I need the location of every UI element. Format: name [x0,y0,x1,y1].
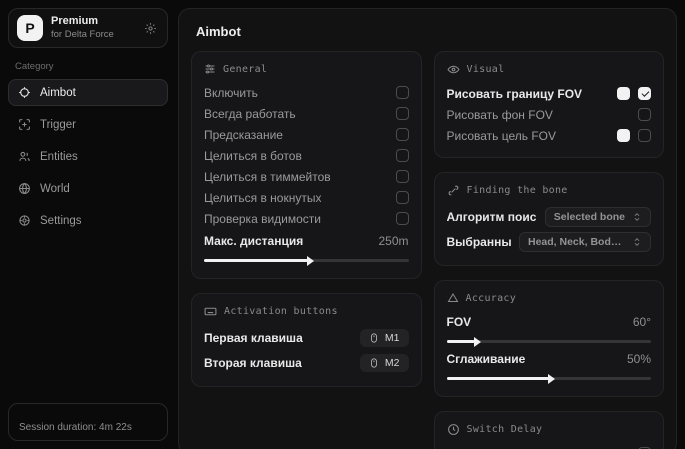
card-title: General [223,64,267,75]
sidebar-item-aimbot[interactable]: Aimbot [8,79,168,106]
visual-card: Visual Рисовать границу FOV Рисовать фон… [434,51,665,158]
color-swatch[interactable] [617,129,630,142]
setting-row-prediction: Предсказание [204,124,409,145]
gear-icon [144,22,157,35]
selected-bones-row: Выбранные кос Head, Neck, Body, Pe.. [447,229,652,254]
color-swatch[interactable] [617,87,630,100]
second-key-bind-button[interactable]: M2 [360,354,409,372]
setting-row-visibility-check: Проверка видимости [204,208,409,229]
draw-fov-background-row: Рисовать фон FOV [447,104,652,125]
eye-icon [447,63,460,76]
checkbox[interactable] [396,191,409,204]
page-title: Aimbot [196,24,664,39]
sidebar-item-world[interactable]: World [8,175,168,202]
main-panel: Aimbot General Включить Всегда работать [178,8,677,449]
slider-value: 60° [633,315,651,329]
brand-title: Premium [51,15,114,29]
setting-row-target-bots: Целиться в ботов [204,145,409,166]
crosshair-icon [18,86,31,99]
smoothing-slider-group: Сглаживание 50% [447,348,652,380]
chevrons-up-down-icon [632,212,642,222]
setting-row-target-knocked: Целиться в нокнутых [204,187,409,208]
sliders-icon [204,63,216,75]
checkbox[interactable] [396,212,409,225]
checkbox[interactable] [638,87,651,100]
sidebar-item-entities[interactable]: Entities [8,143,168,170]
draw-fov-border-row: Рисовать границу FOV [447,83,652,104]
bone-icon [447,184,460,197]
sidebar-item-label: Settings [40,215,82,227]
mouse-icon [369,333,379,343]
card-title: Visual [467,64,505,75]
brand-logo: P [17,15,43,41]
accuracy-card: Accuracy FOV 60° Сглаживание 50% [434,280,665,397]
brand-settings-button[interactable] [142,20,159,37]
max-distance-slider-group: Макс. дистанция 250m [204,230,409,262]
brand-card: P Premium for Delta Force [8,8,168,48]
brand-subtitle: for Delta Force [51,29,114,41]
setting-row-enable: Включить [204,82,409,103]
card-title: Finding the bone [467,185,568,196]
switch-delay-enable-row: Задержка переключения [447,443,652,449]
finding-the-bone-card: Finding the bone Алгоритм поиска кост Se… [434,172,665,266]
sidebar-item-label: World [40,183,70,195]
entities-icon [18,150,31,163]
draw-fov-target-row: Рисовать цель FOV [447,125,652,146]
smoothing-slider[interactable] [447,377,652,380]
checkbox[interactable] [396,86,409,99]
mouse-icon [369,358,379,368]
sidebar: P Premium for Delta Force Category Aimbo… [0,0,176,449]
general-card: General Включить Всегда работать Предска… [191,51,422,279]
world-icon [18,182,31,195]
checkbox[interactable] [638,108,651,121]
session-duration: Session duration: 4m 22s [8,403,168,441]
fov-slider-group: FOV 60° [447,311,652,343]
sidebar-item-label: Entities [40,151,78,163]
second-key-row: Вторая клавиша M2 [204,350,409,375]
triangle-icon [447,292,459,304]
checkbox[interactable] [638,129,651,142]
sidebar-item-label: Aimbot [40,87,76,99]
checkbox[interactable] [396,107,409,120]
max-distance-slider[interactable] [204,259,409,262]
card-title: Activation buttons [224,306,338,317]
clock-icon [447,423,460,436]
card-title: Accuracy [466,293,517,304]
setting-row-target-teammates: Целиться в тиммейтов [204,166,409,187]
bone-algorithm-row: Алгоритм поиска кост Selected bone [447,204,652,229]
selected-bones-select[interactable]: Head, Neck, Body, Pe.. [519,232,651,252]
sidebar-item-label: Trigger [40,119,76,131]
switch-delay-card: Switch Delay Задержка переключения Задер… [434,411,665,449]
activation-buttons-card: Activation buttons Первая клавиша M1 Вто… [191,293,422,387]
card-title: Switch Delay [467,424,543,435]
sidebar-item-settings[interactable]: Settings [8,207,168,234]
keyboard-icon [204,305,217,318]
checkbox[interactable] [396,128,409,141]
category-label: Category [15,61,161,72]
fov-slider[interactable] [447,340,652,343]
settings-icon [18,214,31,227]
setting-row-always-work: Всегда работать [204,103,409,124]
slider-value: 250m [378,234,408,248]
first-key-bind-button[interactable]: M1 [360,329,409,347]
chevrons-up-down-icon [632,237,642,247]
bone-algorithm-select[interactable]: Selected bone [545,207,651,227]
checkbox[interactable] [396,170,409,183]
trigger-icon [18,118,31,131]
sidebar-item-trigger[interactable]: Trigger [8,111,168,138]
checkbox[interactable] [396,149,409,162]
first-key-row: Первая клавиша M1 [204,325,409,350]
slider-value: 50% [627,352,651,366]
